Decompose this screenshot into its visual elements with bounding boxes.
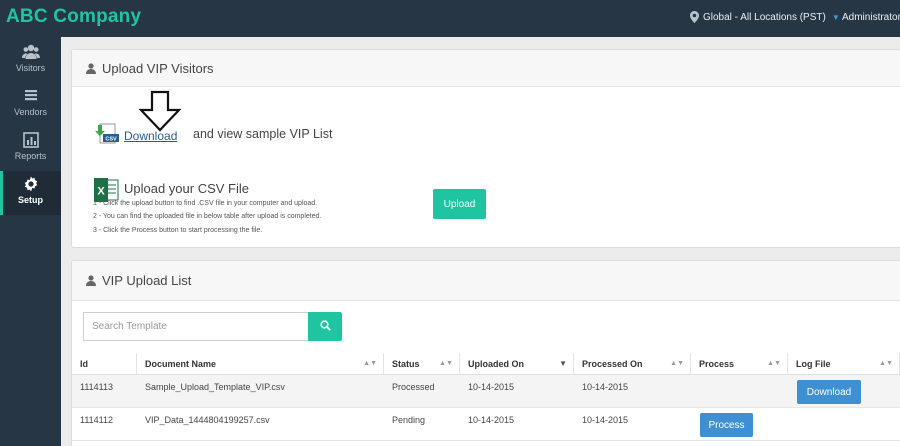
users-icon	[21, 44, 40, 59]
instruction-line: 3 - Click the Process button to start pr…	[93, 227, 263, 234]
sidebar-item-visitors[interactable]: Visitors	[0, 39, 61, 83]
cell-uploaded: 10-14-2015	[468, 415, 515, 425]
column-header-processed[interactable]: Processed On ▲▼	[574, 353, 691, 375]
sidebar-item-label: Visitors	[15, 63, 46, 73]
sidebar-item-label: Reports	[14, 151, 47, 161]
column-header-log-file[interactable]: Log File ▲▼	[788, 353, 900, 375]
table-header: Id Document Name ▲▼ Status ▲▼ Uploaded On ▼…	[72, 353, 900, 375]
table-row: 1114112 VIP_Data_1444804199257.csv Pendi…	[72, 408, 900, 441]
location-label: Global - All Locations (PST)	[703, 11, 826, 23]
csv-file-icon: CSV	[95, 123, 119, 144]
sort-desc-icon: ▼	[559, 359, 567, 368]
arrow-down-icon	[138, 90, 182, 132]
download-description: and view sample VIP List	[193, 127, 333, 141]
cell-id: 1114112	[80, 415, 114, 425]
map-pin-icon	[690, 11, 699, 23]
cell-document: Sample_Upload_Template_VIP.csv	[145, 382, 285, 392]
top-bar: ABC Company Global - All Locations (PST)…	[0, 0, 900, 37]
cell-processed: 10-14-2015	[582, 382, 629, 392]
sort-icon: ▲▼	[879, 360, 893, 367]
instruction-line: 2 - You can find the uploaded file in be…	[93, 213, 322, 220]
search-input[interactable]: Search Template	[83, 312, 309, 341]
upload-vip-panel: Upload VIP Visitors CSV Download and vie…	[71, 49, 900, 248]
search-icon	[319, 320, 331, 331]
upload-csv-title: Upload your CSV File	[124, 181, 249, 196]
column-header-uploaded[interactable]: Uploaded On ▼	[460, 353, 574, 375]
process-button[interactable]: Process	[700, 413, 753, 437]
cell-status: Pending	[392, 415, 426, 425]
column-header-status[interactable]: Status ▲▼	[384, 353, 460, 375]
vip-upload-list-panel: VIP Upload List Search Template Id Docum…	[71, 260, 900, 446]
column-header-id[interactable]: Id	[72, 353, 137, 375]
gear-icon	[24, 176, 37, 192]
panel-header: VIP Upload List	[72, 261, 900, 301]
sidebar-item-label: Vendors	[13, 107, 48, 117]
sidebar-item-label: Setup	[17, 195, 43, 205]
cell-status: Processed	[392, 382, 435, 392]
panel-header: Upload VIP Visitors	[72, 50, 900, 87]
sidebar-item-setup[interactable]: Setup	[0, 171, 61, 215]
cell-id: 1114113	[80, 382, 114, 392]
user-icon	[86, 62, 96, 74]
user-menu[interactable]: Administrator	[842, 12, 900, 23]
sidebar-item-vendors[interactable]: Vendors	[0, 83, 61, 127]
bar-chart-icon	[22, 132, 39, 148]
sort-icon: ▲▼	[363, 360, 377, 367]
sidebar: Visitors Vendors Reports Setup	[0, 37, 61, 446]
cell-uploaded: 10-14-2015	[468, 382, 515, 392]
search-button[interactable]	[308, 312, 342, 341]
svg-text:CSV: CSV	[105, 137, 117, 143]
cell-document: VIP_Data_1444804199257.csv	[145, 415, 270, 425]
cell-processed: 10-14-2015	[582, 415, 629, 425]
panel-title: VIP Upload List	[102, 273, 192, 288]
column-header-process[interactable]: Process ▲▼	[691, 353, 788, 375]
instruction-line: 1 - Click the upload button to find .CSV…	[93, 200, 318, 207]
location-selector[interactable]: Global - All Locations (PST) ▼	[690, 11, 840, 23]
brand-title[interactable]: ABC Company	[6, 6, 141, 28]
panel-title: Upload VIP Visitors	[102, 60, 214, 76]
download-log-button[interactable]: Download	[797, 380, 861, 404]
table-row: 1114113 Sample_Upload_Template_VIP.csv P…	[72, 375, 900, 408]
user-icon	[86, 275, 96, 286]
upload-table: Id Document Name ▲▼ Status ▲▼ Uploaded On ▼…	[72, 353, 900, 441]
caret-down-icon: ▼	[831, 12, 840, 22]
sort-icon: ▲▼	[767, 360, 781, 367]
sidebar-item-reports[interactable]: Reports	[0, 127, 61, 171]
column-header-document[interactable]: Document Name ▲▼	[137, 353, 384, 375]
sort-icon: ▲▼	[670, 360, 684, 367]
sort-icon: ▲▼	[439, 360, 453, 367]
upload-button[interactable]: Upload	[433, 189, 486, 219]
list-icon	[24, 90, 37, 101]
svg-text:X: X	[97, 186, 105, 198]
